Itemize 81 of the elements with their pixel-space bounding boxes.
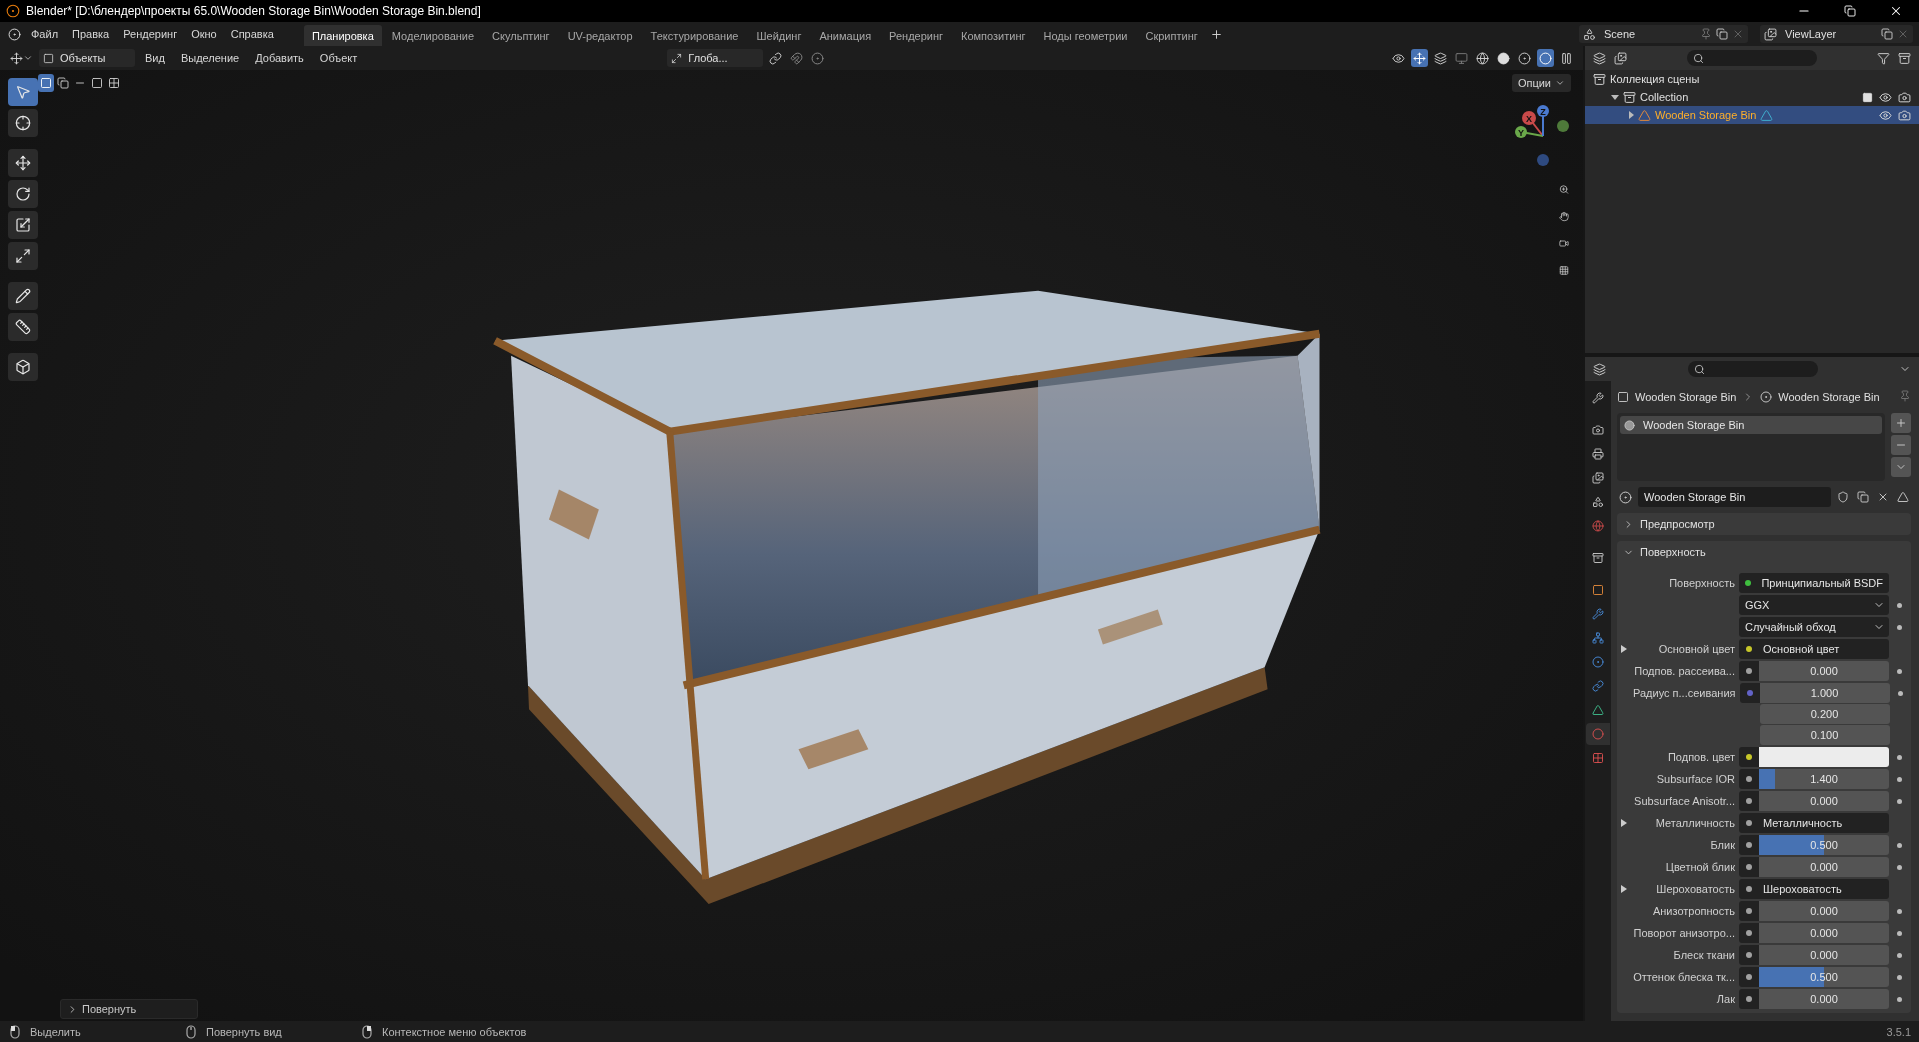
menu-item[interactable]: Файл	[25, 26, 65, 42]
workspace-tab[interactable]: Анимация	[811, 25, 880, 46]
version-label: 3.5.1	[1886, 1025, 1911, 1038]
workspace-tab[interactable]: UV-редактор	[559, 25, 641, 46]
material-slot[interactable]: Wooden Storage Bin	[1620, 416, 1882, 434]
slider-field[interactable]: 0.000	[1759, 857, 1889, 877]
workspace-tab[interactable]: Композитинг	[953, 25, 1034, 46]
axis-label: X	[1526, 113, 1532, 124]
menu-item[interactable]: Правка	[66, 26, 116, 42]
workspace-tab[interactable]: Рендеринг	[881, 25, 952, 46]
slider-field[interactable]: 0.000	[1759, 901, 1889, 921]
property-label: Радиус п...сеивания	[1633, 686, 1736, 701]
window-title: Blender* [D:\блендер\проекты 65.0\Wooden Storage Bin\Wooden Storage Bin.blend]	[26, 4, 481, 18]
property-label: Блеск ткани	[1672, 948, 1735, 963]
workspace-tab[interactable]: Текстурирование	[642, 25, 747, 46]
property-label: Subsurface IOR	[1655, 772, 1735, 787]
property-label: Подпов. рассеива...	[1633, 664, 1735, 679]
axis-label: Y	[1518, 127, 1524, 138]
last-operator-panel[interactable]: Повернуть	[60, 999, 198, 1019]
breadcrumb-item: Wooden Storage Bin	[1778, 391, 1880, 403]
number-field[interactable]: 0.200	[1759, 704, 1890, 724]
outliner-label: Коллекция сцены	[1610, 73, 1700, 85]
status-hint: Повернуть вид	[206, 1025, 282, 1038]
slider-field[interactable]: 0.000	[1759, 791, 1889, 811]
dropdown[interactable]: GGX	[1739, 595, 1889, 615]
linked-input-field[interactable]: Металличность	[1759, 813, 1889, 833]
number-field[interactable]: 0.100	[1759, 725, 1890, 745]
outliner-row[interactable]: Коллекция сцены	[1585, 70, 1919, 88]
panel-header[interactable]: Предпросмотр	[1617, 513, 1911, 535]
property-label: Блик	[1709, 838, 1735, 853]
dropdown[interactable]: Случайный обход	[1739, 617, 1889, 637]
slider-field[interactable]: 1.400	[1759, 769, 1889, 789]
slider-field[interactable]: 0.500	[1759, 967, 1889, 987]
property-label: Подпов. цвет	[1666, 750, 1735, 765]
status-hint: Выделить	[30, 1025, 81, 1038]
menu-item[interactable]: Рендеринг	[117, 26, 184, 42]
options-dropdown[interactable]: Опции	[1511, 74, 1571, 92]
property-label: Анизотропность	[1651, 904, 1735, 919]
slider-field[interactable]: 0.500	[1759, 835, 1889, 855]
slider-field[interactable]: 0.000	[1759, 923, 1889, 943]
outliner-label: Wooden Storage Bin	[1655, 109, 1757, 121]
outliner-label: Collection	[1640, 91, 1689, 103]
property-label: Основной цвет	[1657, 642, 1735, 657]
slider-field[interactable]: 0.000	[1759, 989, 1889, 1009]
menu-item[interactable]: Справка	[224, 26, 280, 42]
workspace-tab[interactable]: Планировка	[303, 25, 382, 46]
menu-item[interactable]: Окно	[185, 26, 223, 42]
menu-item[interactable]: Добавить	[249, 50, 310, 66]
status-hint: Контекстное меню объектов	[382, 1025, 527, 1038]
property-label: Лак	[1715, 992, 1735, 1007]
orientation-dropdown[interactable]: Глоба...	[667, 49, 764, 67]
property-label: Шероховатость	[1655, 882, 1735, 897]
workspace-tab[interactable]: Скриптинг	[1137, 25, 1206, 46]
property-label: Металличность	[1654, 816, 1735, 831]
slider-field[interactable]: 0.000	[1759, 945, 1889, 965]
workspace-tab[interactable]: Моделирование	[383, 25, 483, 46]
workspace-tab[interactable]: Шейдинг	[748, 25, 810, 46]
property-label: Поворот анизотро...	[1633, 926, 1735, 941]
panel-header[interactable]: Поверхность	[1617, 541, 1911, 563]
linked-input-field[interactable]: Шероховатость	[1759, 879, 1889, 899]
scene-selector[interactable]: Scene	[1579, 25, 1748, 43]
menu-item[interactable]: Вид	[139, 50, 171, 66]
menu-item[interactable]: Выделение	[174, 50, 246, 66]
linked-input-field[interactable]: Основной цвет	[1759, 639, 1889, 659]
workspace-tab[interactable]: Ноды геометрии	[1035, 25, 1136, 46]
property-label: Цветной блик	[1664, 860, 1735, 875]
workspace-tab[interactable]: Скульптинг	[484, 25, 558, 46]
mode-dropdown[interactable]: Объекты	[39, 49, 135, 67]
property-label: Поверхность	[1668, 576, 1735, 591]
outliner-row[interactable]: Wooden Storage Bin	[1585, 106, 1919, 124]
breadcrumb-item: Wooden Storage Bin	[1635, 391, 1737, 403]
property-label: Subsurface Anisotr...	[1633, 794, 1735, 809]
menu-item[interactable]: Объект	[313, 50, 364, 66]
material-name-field[interactable]: Wooden Storage Bin	[1638, 487, 1831, 507]
number-field[interactable]: 1.000	[1759, 683, 1890, 703]
axis-label: Z	[1540, 106, 1546, 117]
property-label: Оттенок блеска тк...	[1633, 970, 1735, 985]
linked-input-field[interactable]: Принципиальный BSDF	[1757, 573, 1889, 593]
slider-field[interactable]: 0.000	[1759, 661, 1889, 681]
view-layer-selector[interactable]: ViewLayer	[1760, 25, 1913, 43]
outliner-row[interactable]: Collection	[1585, 88, 1919, 106]
